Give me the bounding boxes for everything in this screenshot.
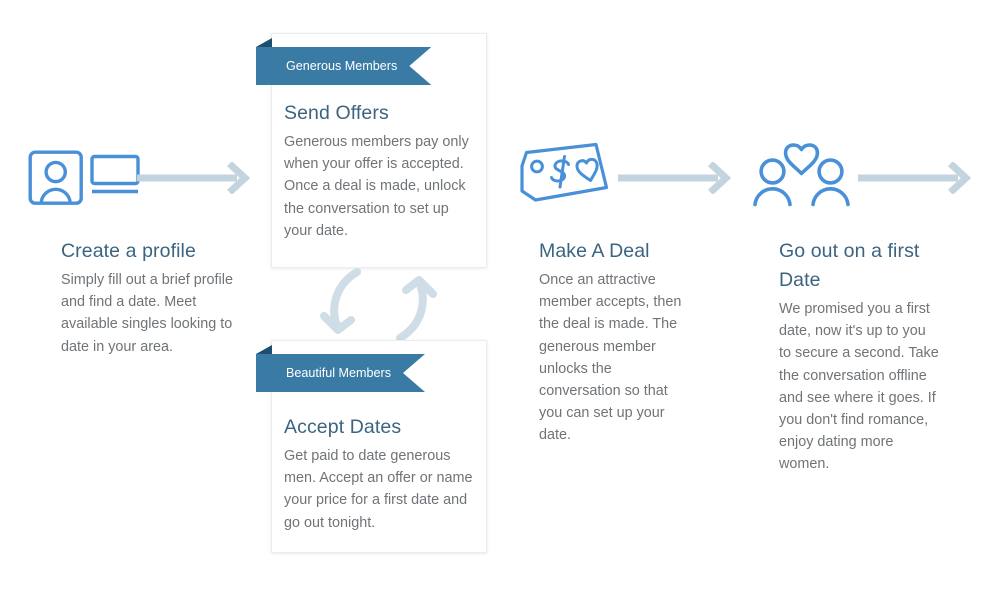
card-send-offers: Generous Members Send Offers Generous me…	[256, 33, 487, 268]
ribbon-beautiful-members: Beautiful Members	[256, 345, 425, 392]
arrow-1-svg	[137, 162, 251, 194]
card-title-send-offers: Send Offers	[284, 102, 389, 124]
step-body-create-profile: Simply fill out a brief profile and find…	[61, 272, 233, 355]
card-body-send-offers: Generous members pay only when your offe…	[284, 134, 469, 239]
arrow-right-icon-2	[618, 162, 733, 194]
step-create-profile: Create a profile Simply fill out a brief…	[61, 237, 233, 358]
card-accept-dates-content: Accept Dates Get paid to date generous m…	[272, 413, 512, 534]
ribbon-generous-members: Generous Members	[256, 38, 432, 85]
profile-card-icon	[28, 150, 143, 205]
profile-card-icon-svg	[28, 150, 140, 205]
arrow-right-icon-3	[858, 162, 973, 194]
card-send-offers-content: Send Offers Generous members pay only wh…	[272, 99, 512, 242]
arrow-3-svg	[858, 162, 972, 194]
ribbon-fold-icon	[256, 38, 272, 47]
cycle-arrows-svg	[320, 268, 437, 342]
step-title-first-date: Go out on a first Date	[779, 240, 920, 291]
card-title-accept-dates: Accept Dates	[284, 416, 402, 438]
price-tag-heart-icon	[511, 140, 616, 212]
step-title-make-a-deal: Make A Deal	[539, 240, 650, 262]
ribbon-label-generous-members: Generous Members	[256, 47, 431, 85]
ribbon-label-beautiful-members: Beautiful Members	[256, 354, 425, 392]
price-tag-heart-svg	[520, 142, 609, 202]
couple-heart-svg	[753, 143, 850, 207]
ribbon-fold-icon	[256, 345, 272, 354]
step-body-first-date: We promised you a first date, now it's u…	[779, 301, 939, 473]
step-body-make-a-deal: Once an attractive member accepts, then …	[539, 272, 682, 444]
arrow-2-svg	[618, 162, 732, 194]
cycle-arrows-icon	[316, 266, 441, 344]
step-first-date: Go out on a first Date We promised you a…	[779, 237, 939, 476]
card-accept-dates: Beautiful Members Accept Dates Get paid …	[256, 340, 487, 553]
arrow-right-icon-1	[137, 162, 252, 194]
step-title-create-profile: Create a profile	[61, 240, 196, 262]
couple-heart-icon	[752, 137, 852, 209]
step-make-a-deal: Make A Deal Once an attractive member ac…	[539, 237, 689, 447]
card-body-accept-dates: Get paid to date generous men. Accept an…	[284, 448, 473, 531]
